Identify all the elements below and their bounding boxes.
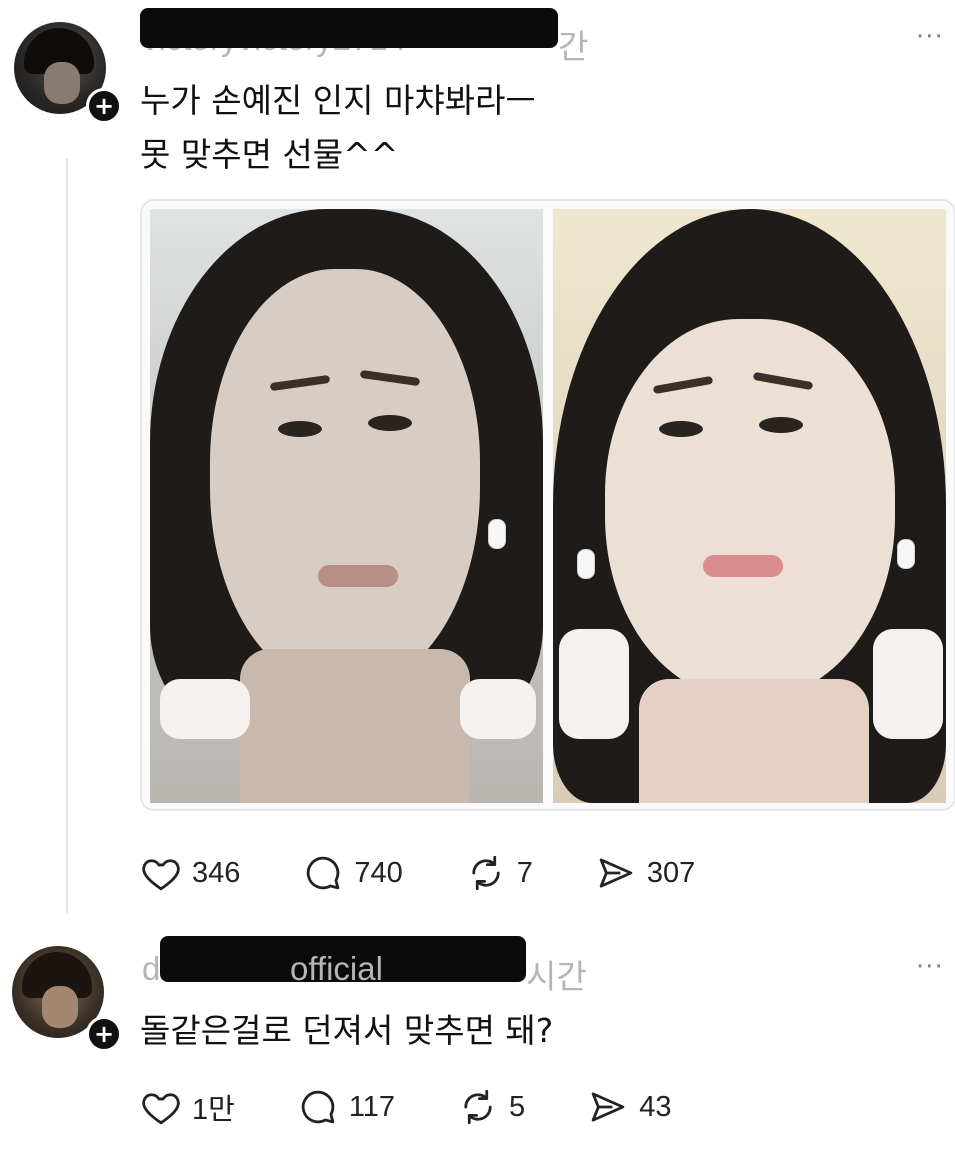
comment-icon <box>301 1090 335 1124</box>
heart-icon <box>142 1093 180 1125</box>
post-text-line-1: 누가 손예진 인지 마챠봐라ㅡ <box>140 81 536 120</box>
like-button[interactable]: 1만 <box>140 1086 235 1128</box>
earring <box>488 519 506 549</box>
repost-icon <box>472 855 500 891</box>
share-count: 43 <box>639 1090 672 1123</box>
face <box>605 319 895 699</box>
mouth <box>318 565 398 587</box>
heart-icon <box>142 859 180 891</box>
repost-icon <box>464 1089 492 1125</box>
timestamp: 시간 <box>526 958 587 995</box>
thread-line <box>66 158 68 913</box>
share-button[interactable]: 307 <box>595 852 695 894</box>
reply-count: 117 <box>348 1090 396 1123</box>
timestamp: 간 <box>558 28 589 65</box>
post-text-line-2: 못 맞추면 선물^^ <box>140 135 399 174</box>
share-icon <box>599 858 633 888</box>
more-options-icon[interactable]: ··· <box>916 952 944 982</box>
post-text: 돌같은걸로 던져서 맞추면 돼? <box>140 1011 554 1050</box>
ribbon <box>460 679 536 739</box>
comment-icon <box>307 856 340 890</box>
reply-button[interactable]: 117 <box>297 1086 395 1128</box>
eye <box>278 421 322 437</box>
avatar-face <box>44 62 80 104</box>
media-attachment[interactable] <box>140 199 955 811</box>
avatar-face <box>42 986 78 1028</box>
action-bar: 346 740 7 307 <box>140 852 757 894</box>
share-count: 307 <box>646 856 696 889</box>
share-icon <box>591 1092 625 1122</box>
eye <box>368 415 412 431</box>
like-count: 346 <box>192 856 241 889</box>
more-options-icon[interactable]: ··· <box>916 22 944 52</box>
redaction-bar <box>140 8 558 48</box>
repost-button[interactable]: 7 <box>465 852 533 894</box>
eye <box>759 417 803 433</box>
follow-plus-icon[interactable]: + <box>86 1016 122 1052</box>
action-bar: 1만 117 5 43 <box>140 1086 733 1128</box>
neck <box>240 649 470 803</box>
repost-count: 7 <box>516 856 533 889</box>
photo-right[interactable] <box>553 209 946 803</box>
neck <box>639 679 869 803</box>
share-button[interactable]: 43 <box>587 1086 671 1128</box>
like-count: 1만 <box>192 1094 235 1126</box>
post-2: + d official 시간 ··· 돌같은걸로 던져서 맞추면 돼? 1만 … <box>0 920 955 1152</box>
ribbon <box>873 629 943 739</box>
ribbon <box>160 679 250 739</box>
earring <box>577 549 595 579</box>
earring <box>897 539 915 569</box>
photo-left[interactable] <box>150 209 543 803</box>
username[interactable]: official <box>290 950 383 988</box>
face <box>210 269 480 689</box>
mouth <box>703 555 783 577</box>
reply-count: 740 <box>354 856 403 889</box>
username-prefix[interactable]: d <box>142 950 160 988</box>
follow-plus-icon[interactable]: + <box>86 88 122 124</box>
like-button[interactable]: 346 <box>140 852 240 894</box>
reply-button[interactable]: 740 <box>302 852 403 894</box>
repost-button[interactable]: 5 <box>457 1086 525 1128</box>
post-1: + victoryvictory2714 간 ··· 누가 손예진 인지 마챠봐… <box>0 0 955 920</box>
repost-count: 5 <box>509 1090 526 1123</box>
ribbon <box>559 629 629 739</box>
eye <box>659 421 703 437</box>
